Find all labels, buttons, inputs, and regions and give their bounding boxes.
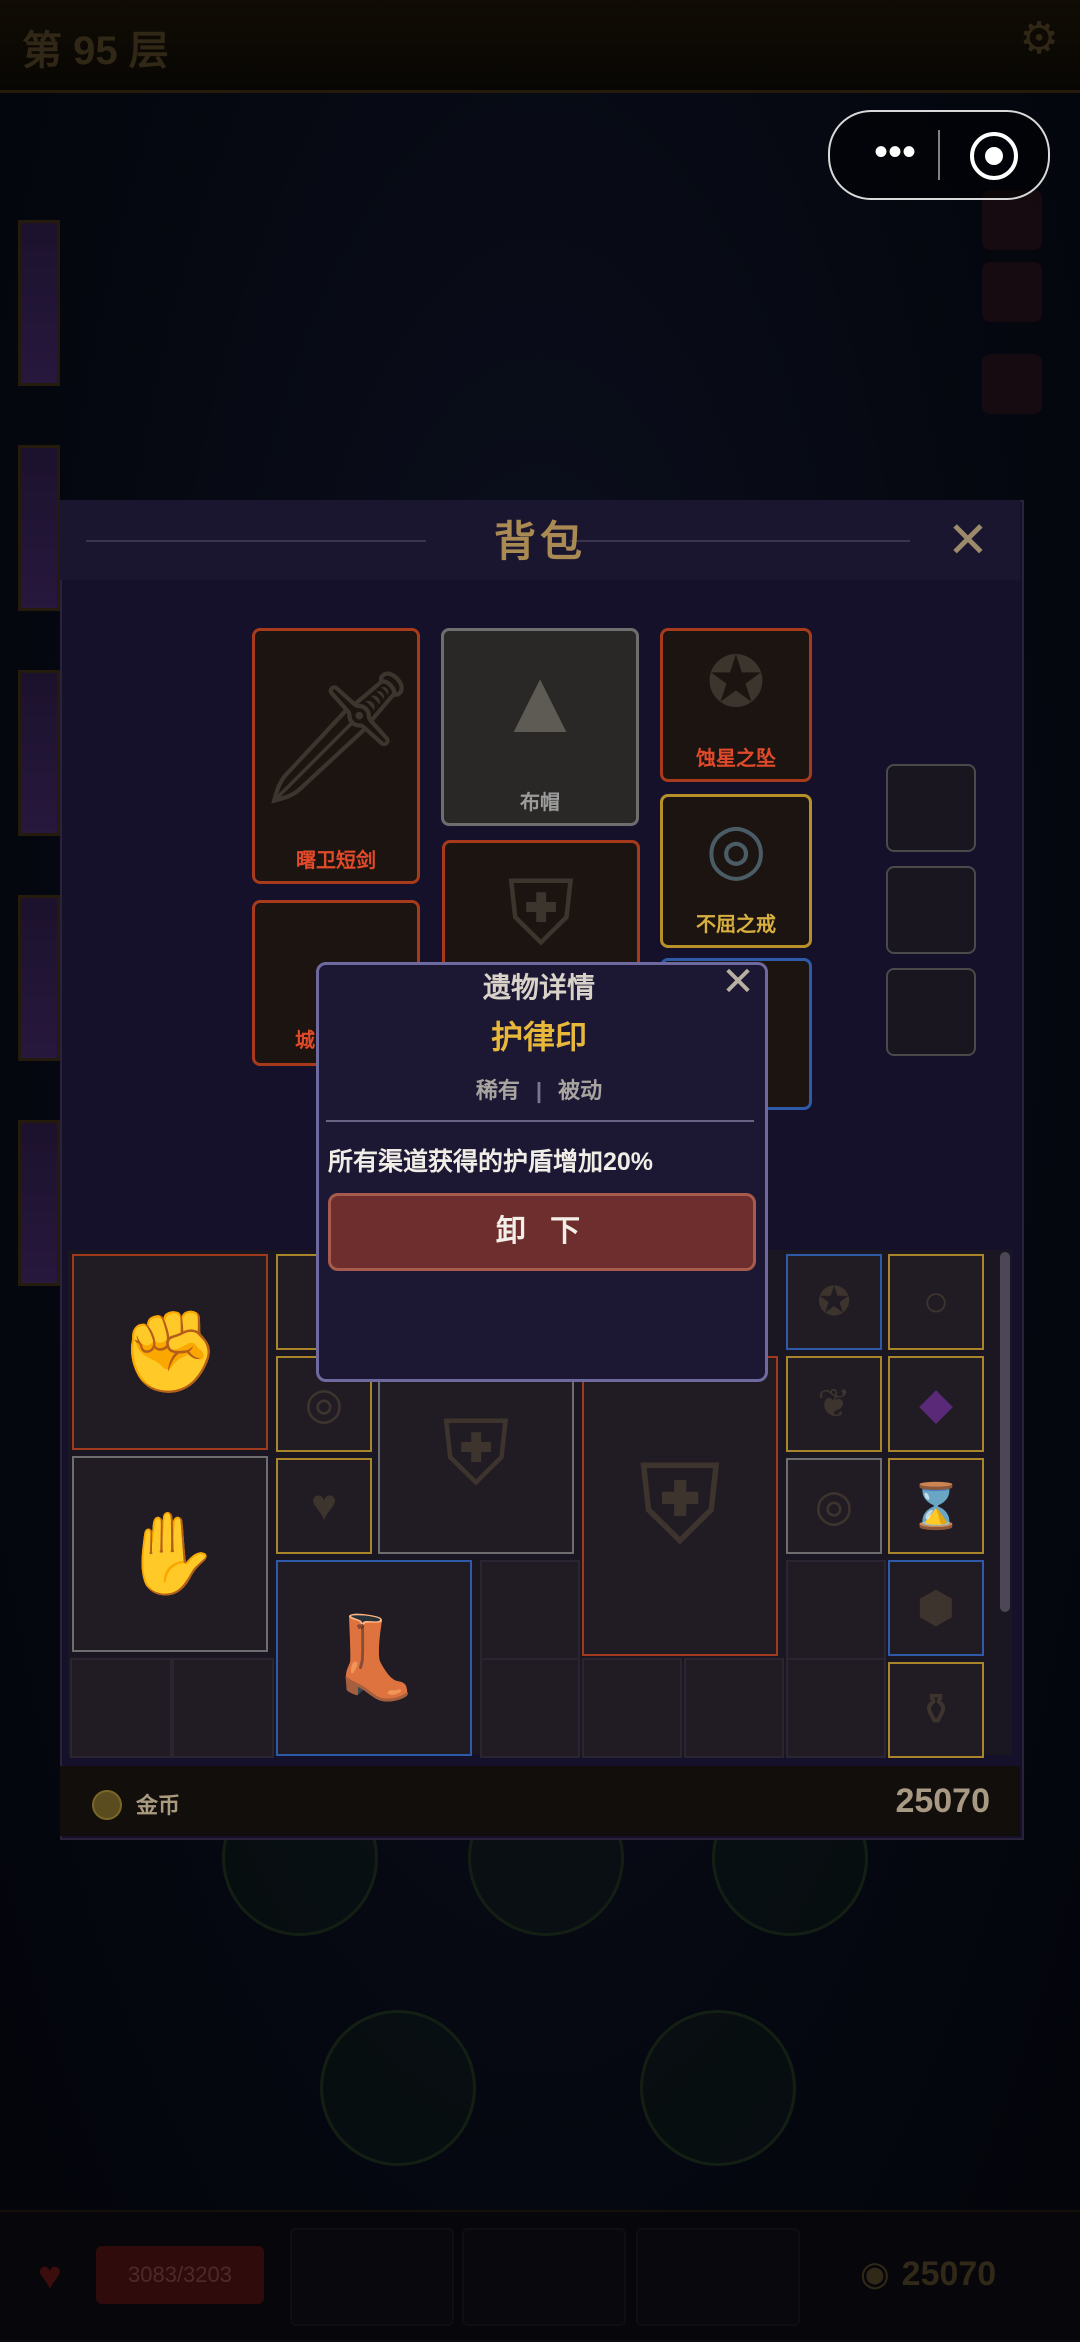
relic-tags: 稀有 | 被动 [316, 1073, 762, 1105]
more-dots-icon[interactable]: ••• [860, 132, 930, 176]
equip-label: 布帽 [520, 792, 560, 814]
equip-label: 蚀星之坠 [696, 748, 776, 770]
ring-icon: ◎ [705, 809, 767, 887]
relic-kind: 被动 [558, 1078, 603, 1103]
inventory-item[interactable]: ○ [888, 1254, 984, 1350]
inventory-item[interactable]: ⌛ [888, 1458, 984, 1554]
inventory-item[interactable]: ◎ [786, 1458, 882, 1554]
gold-label: 金币 [136, 1793, 181, 1818]
gauntlet-icon: ✊ [120, 1307, 220, 1396]
tag-separator: | [535, 1078, 543, 1103]
equip-slot-ring[interactable]: ◎ 不屈之戒 [660, 794, 812, 948]
inventory-empty-slot[interactable] [480, 1658, 580, 1758]
hourglass-icon: ⌛ [908, 1482, 964, 1531]
unequip-button[interactable]: 卸 下 [328, 1193, 756, 1271]
inventory-item[interactable]: ❦ [786, 1356, 882, 1452]
eagle-icon: ❦ [817, 1382, 851, 1426]
relic-slot[interactable] [886, 866, 976, 954]
close-icon[interactable]: ✕ [944, 515, 992, 565]
potion-icon: ⚱ [917, 1685, 955, 1735]
gauntlet-icon: ✋ [120, 1509, 220, 1598]
equip-slot-weapon[interactable]: 🗡 曙卫短剑 [252, 628, 420, 884]
inventory-empty-slot[interactable] [786, 1658, 886, 1758]
relic-slot[interactable] [886, 764, 976, 852]
armor-icon: ⛨ [507, 864, 575, 964]
close-icon[interactable]: ✕ [716, 962, 760, 1006]
boots-icon: 👢 [324, 1613, 424, 1702]
inventory-empty-slot[interactable] [70, 1658, 172, 1758]
relic-description: 所有渠道获得的护盾增加20% [328, 1148, 654, 1176]
inventory-item[interactable]: ✪ [786, 1254, 882, 1350]
equip-label: 城 [295, 1030, 315, 1052]
equip-label: 不屈之戒 [696, 914, 776, 936]
equip-slot-amulet[interactable]: ✪ 蚀星之坠 [660, 628, 812, 782]
relic-rarity: 稀有 [475, 1078, 520, 1103]
gold-value: 25070 [895, 1782, 990, 1820]
inventory-item[interactable]: ⬢ [888, 1560, 984, 1656]
inventory-empty-slot[interactable] [172, 1658, 274, 1758]
hat-icon: ▲ [495, 652, 585, 752]
inventory-item[interactable]: ⛨ [582, 1356, 778, 1656]
miniprogram-capsule: ••• [828, 110, 1050, 200]
inventory-empty-slot[interactable] [480, 1560, 580, 1660]
inventory-scrollbar[interactable] [1000, 1252, 1010, 1612]
ring-icon: ◎ [304, 1379, 344, 1429]
ring-icon: ◎ [814, 1481, 854, 1531]
relic-slot[interactable] [886, 968, 976, 1056]
backpack-title: 背包 [493, 518, 586, 565]
inventory-item[interactable]: 👢 [276, 1560, 472, 1756]
equip-slot-head[interactable]: ▲ 布帽 [441, 628, 639, 826]
inventory-item[interactable]: ⚱ [888, 1662, 984, 1758]
close-miniprogram-icon[interactable] [970, 132, 1018, 180]
crystal-icon: ⬢ [916, 1583, 956, 1633]
eye-crystal-icon: ◆ [919, 1379, 953, 1429]
inventory-empty-slot[interactable] [684, 1658, 784, 1758]
modal-divider [326, 1120, 754, 1122]
capsule-divider [938, 130, 940, 180]
armor-icon: ⛨ [442, 1404, 510, 1504]
inventory-empty-slot[interactable] [582, 1658, 682, 1758]
equip-label: 曙卫短剑 [296, 850, 376, 872]
sword-icon: 🗡 [255, 664, 421, 810]
amulet-icon: ✪ [706, 643, 766, 721]
inventory-item[interactable]: ✊ [72, 1254, 268, 1450]
armor-icon: ⛨ [638, 1443, 722, 1567]
inventory-item[interactable]: ♥ [276, 1458, 372, 1554]
inventory-item[interactable]: ✋ [72, 1456, 268, 1652]
inventory-empty-slot[interactable] [786, 1560, 886, 1660]
pentagram-icon: ✪ [817, 1280, 851, 1324]
relic-name: 护律印 [490, 1019, 587, 1055]
modal-title: 遗物详情 [482, 972, 595, 1003]
inventory-item[interactable]: ◆ [888, 1356, 984, 1452]
heart-relic-icon: ♥ [310, 1481, 338, 1530]
coin-icon [92, 1790, 122, 1820]
ring-icon: ○ [922, 1277, 950, 1326]
inventory-item[interactable]: ⛨ [378, 1356, 574, 1554]
